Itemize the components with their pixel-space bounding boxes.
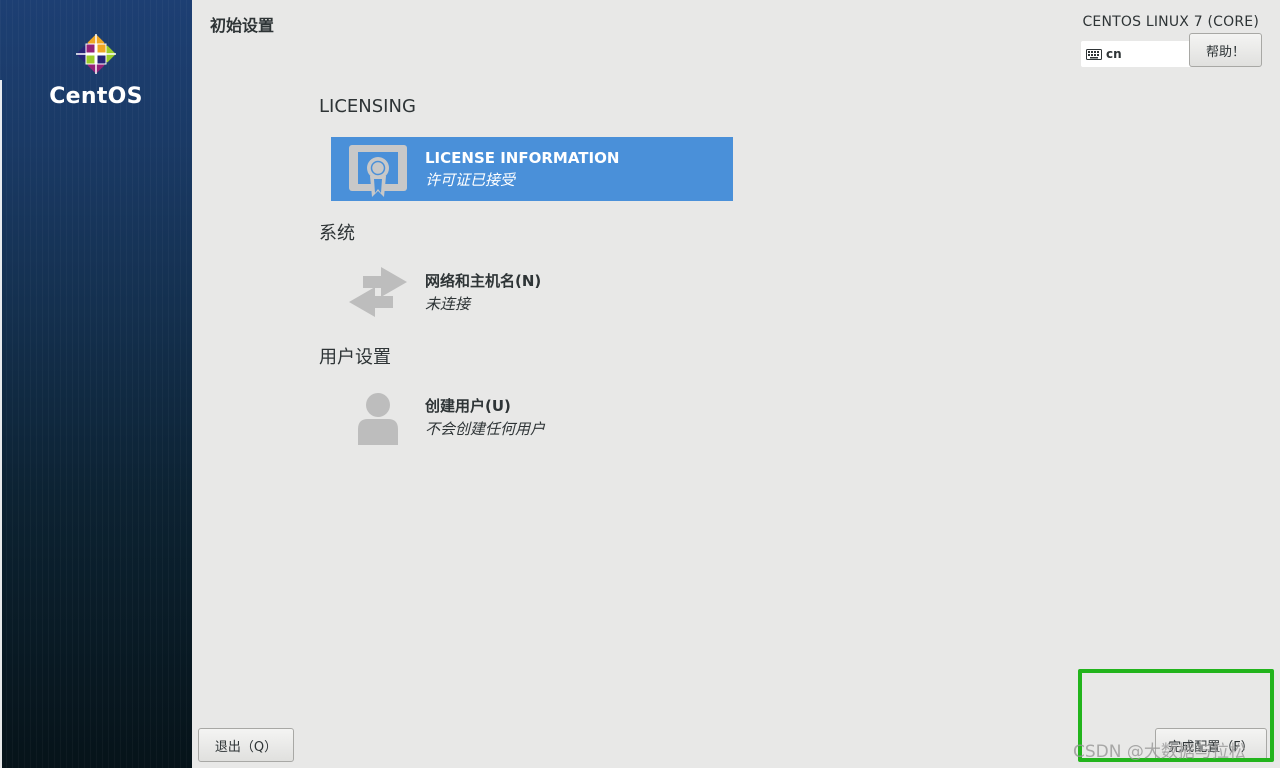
- section-header-licensing: LICENSING: [319, 96, 416, 117]
- spoke-title: 创建用户(U): [425, 397, 511, 415]
- license-certificate-icon: [349, 145, 407, 197]
- keyboard-layout-indicator[interactable]: cn: [1081, 41, 1191, 67]
- sidebar: CentOS: [0, 0, 192, 768]
- user-icon: [358, 393, 398, 445]
- spoke-network-hostname[interactable]: 网络和主机名(N) 未连接: [331, 260, 733, 324]
- section-header-user-settings: 用户设置: [319, 347, 391, 368]
- spoke-create-user[interactable]: 创建用户(U) 不会创建任何用户: [331, 385, 733, 449]
- keyboard-layout-label: cn: [1106, 47, 1122, 61]
- spoke-title: LICENSE INFORMATION: [425, 148, 620, 167]
- spoke-status: 未连接: [425, 295, 471, 313]
- brand-name: CentOS: [49, 84, 143, 109]
- centos-logo-icon: [76, 34, 116, 74]
- spoke-license-information[interactable]: LICENSE INFORMATION 许可证已接受: [331, 137, 733, 201]
- quit-button[interactable]: 退出（Q）: [198, 728, 294, 762]
- watermark: CSDN @大数据与拉松: [1073, 742, 1246, 762]
- spoke-status: 不会创建任何用户: [425, 420, 546, 438]
- spoke-title: 网络和主机名(N): [425, 272, 542, 290]
- centos-logo: CentOS: [0, 30, 192, 109]
- page-title: 初始设置: [210, 16, 275, 35]
- spoke-status: 许可证已接受: [425, 170, 516, 189]
- section-header-system: 系统: [319, 223, 355, 244]
- keyboard-icon: [1086, 48, 1102, 60]
- network-arrows-icon: [349, 267, 407, 317]
- product-name: CENTOS LINUX 7 (CORE): [1082, 14, 1259, 30]
- help-button[interactable]: 帮助！: [1189, 33, 1262, 67]
